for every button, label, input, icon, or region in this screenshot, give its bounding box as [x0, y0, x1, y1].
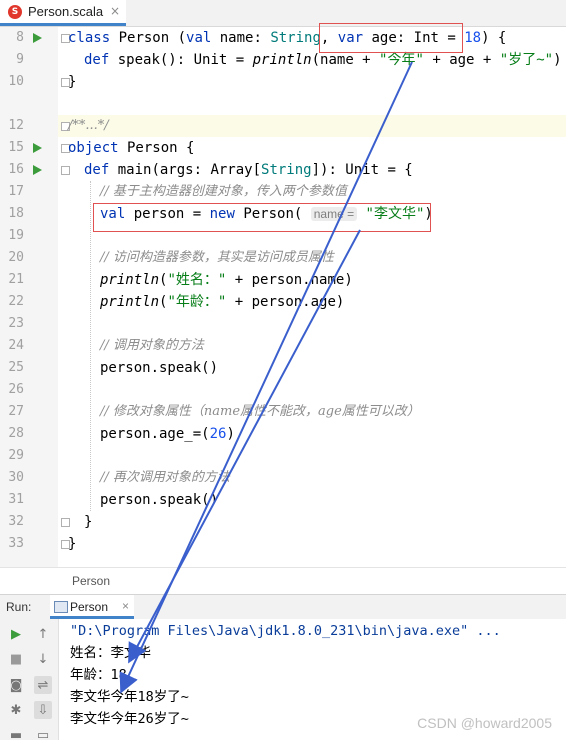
arrow-name-to-output [128, 229, 361, 664]
arrow-age-to-output [119, 61, 413, 694]
annotation-arrows [119, 61, 413, 694]
